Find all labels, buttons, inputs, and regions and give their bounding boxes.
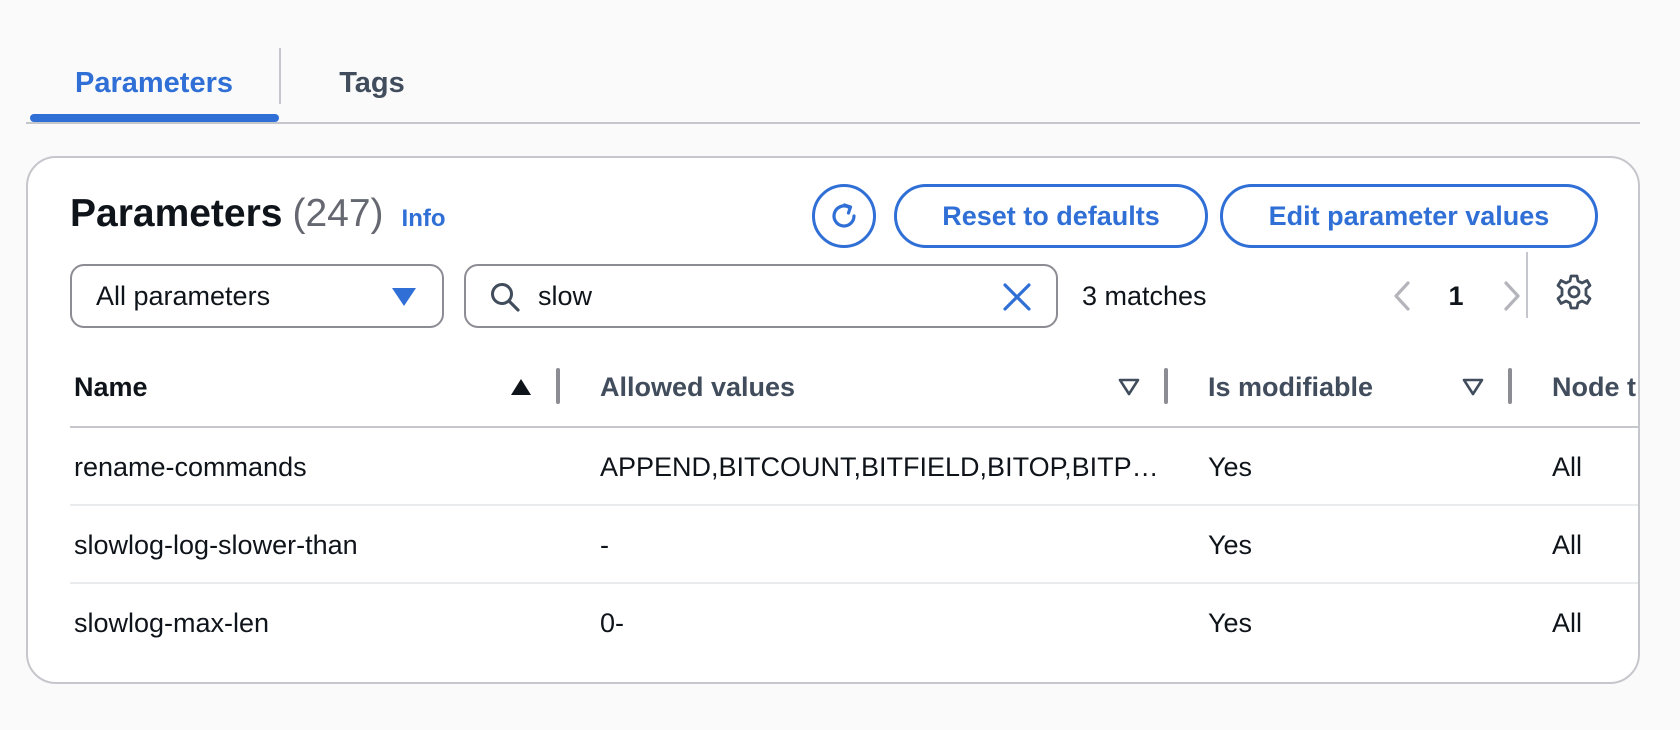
refresh-button[interactable]: [812, 184, 876, 248]
current-page[interactable]: 1: [1438, 264, 1474, 328]
table-row[interactable]: slowlog-log-slower-than - Yes All: [70, 506, 1638, 584]
cell-node-type: All: [1552, 452, 1583, 482]
table-header: Name Allowed values Is modifiable Node t: [70, 344, 1638, 428]
column-resizer[interactable]: [1508, 368, 1512, 404]
cell-is-modifiable: Yes: [1208, 530, 1253, 560]
cell-allowed-values: APPEND,BITCOUNT,BITFIELD,BITOP,BITPOS,BL…: [600, 452, 1168, 482]
column-header-node-type[interactable]: Node t: [1552, 344, 1636, 428]
table-row[interactable]: slowlog-max-len 0- Yes All: [70, 584, 1638, 662]
chevron-left-icon[interactable]: [1386, 278, 1420, 314]
column-resizer[interactable]: [1164, 368, 1168, 404]
search-icon: [491, 283, 520, 312]
cell-name: slowlog-max-len: [74, 608, 270, 638]
cell-node-type: All: [1552, 608, 1583, 638]
column-header-allowed-values[interactable]: Allowed values: [600, 344, 795, 428]
column-header-is-modifiable[interactable]: Is modifiable: [1208, 344, 1373, 428]
parameter-count: (247): [292, 192, 384, 235]
sort-icon[interactable]: [1462, 378, 1484, 396]
gear-icon[interactable]: [1554, 272, 1594, 312]
caret-down-icon: [392, 288, 416, 306]
sort-icon[interactable]: [1118, 378, 1140, 396]
parameter-group-page: Parameters Tags Parameters (247) Info Re…: [0, 0, 1680, 730]
info-link[interactable]: Info: [402, 205, 446, 233]
cell-allowed-values: -: [600, 530, 609, 560]
tab-bar: Parameters Tags: [26, 44, 1640, 124]
cell-name: rename-commands: [74, 452, 307, 482]
active-tab-indicator: [30, 114, 279, 122]
edit-parameter-values-button[interactable]: Edit parameter values: [1220, 184, 1598, 248]
refresh-icon: [832, 203, 856, 228]
cell-node-type: All: [1552, 530, 1583, 560]
chevron-right-icon[interactable]: [1494, 278, 1528, 314]
match-count: 3 matches: [1082, 281, 1207, 311]
title-text: Parameters: [70, 192, 283, 235]
tab-divider: [279, 48, 281, 104]
cell-is-modifiable: Yes: [1208, 452, 1253, 482]
cell-name: slowlog-log-slower-than: [74, 530, 358, 560]
parameters-container: Parameters (247) Info Reset to defaults …: [26, 156, 1640, 684]
tab-parameters[interactable]: Parameters: [30, 44, 278, 122]
search-input[interactable]: slow: [464, 264, 1058, 328]
tab-tags[interactable]: Tags: [312, 44, 432, 122]
column-header-name[interactable]: Name: [74, 344, 148, 428]
search-value: slow: [538, 281, 593, 311]
pagination-divider: [1526, 252, 1528, 318]
sort-ascending-icon[interactable]: [510, 378, 532, 396]
cell-allowed-values: 0-: [600, 608, 625, 638]
reset-to-defaults-button[interactable]: Reset to defaults: [894, 184, 1208, 248]
close-icon[interactable]: [1000, 280, 1034, 314]
cell-is-modifiable: Yes: [1208, 608, 1253, 638]
page-title: Parameters (247) Info: [70, 192, 446, 236]
table-row[interactable]: rename-commands APPEND,BITCOUNT,BITFIELD…: [70, 428, 1638, 506]
parameters-table: Name Allowed values Is modifiable Node t: [70, 344, 1638, 662]
column-resizer[interactable]: [556, 368, 560, 404]
select-value: All parameters: [96, 280, 271, 311]
parameter-filter-select[interactable]: All parameters: [70, 264, 444, 328]
